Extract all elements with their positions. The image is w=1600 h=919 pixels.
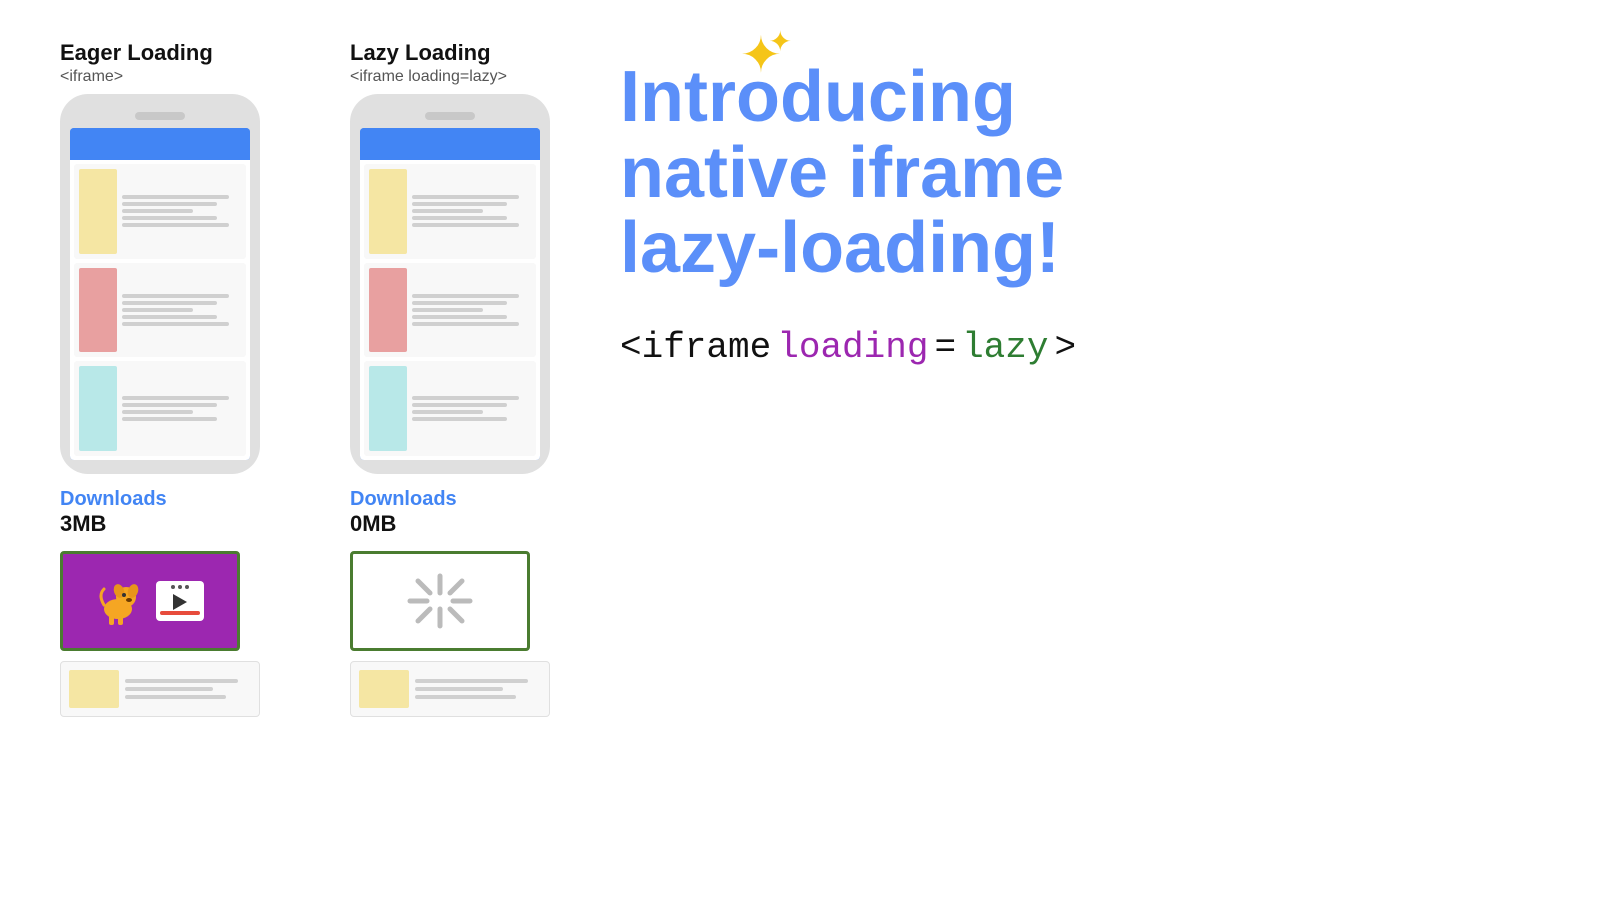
eager-bottom-card	[60, 661, 260, 717]
card-image-cyan	[79, 366, 117, 451]
main-container: ✦ ✦ Eager Loading <iframe>	[0, 0, 1600, 919]
eager-label: Eager Loading <iframe>	[60, 40, 290, 86]
lazy-downloads-info: Downloads 0MB	[350, 488, 580, 537]
code-iframe-open: <iframe	[620, 327, 771, 368]
right-section: Introducing native iframe lazy-loading! …	[580, 40, 1540, 368]
card-lines-3	[122, 366, 241, 451]
eager-downloads-size: 3MB	[60, 511, 290, 537]
lazy-phone-screen	[360, 128, 540, 460]
intro-heading: Introducing native iframe lazy-loading!	[620, 60, 1540, 287]
eager-bottom-card-row	[60, 661, 260, 717]
lazy-bottom-card-row	[350, 661, 550, 717]
left-section: Eager Loading <iframe>	[60, 40, 580, 717]
code-equals: =	[934, 327, 956, 368]
intro-line1: Introducing	[620, 57, 1016, 137]
lazy-phone-header	[360, 128, 540, 160]
lazy-iframe-preview	[350, 551, 550, 651]
eager-subtitle: <iframe>	[60, 68, 290, 86]
lazy-phone-card-1	[364, 164, 536, 259]
card-lines-1	[122, 169, 241, 254]
eager-phone	[60, 94, 260, 474]
phone-card-1	[74, 164, 246, 259]
lazy-bottom-card-lines	[415, 670, 541, 708]
phone-card-2	[74, 263, 246, 358]
card-lines-2	[122, 268, 241, 353]
eager-phone-screen	[70, 128, 250, 460]
card-image-red	[79, 268, 117, 353]
lazy-title: Lazy Loading	[350, 40, 580, 66]
play-button	[156, 581, 204, 621]
eager-loading-column: Eager Loading <iframe>	[60, 40, 290, 717]
lazy-phone-notch	[425, 112, 475, 120]
intro-line3: lazy-loading!	[620, 208, 1060, 288]
lazy-iframe-box	[350, 551, 530, 651]
code-lazy: lazy	[962, 327, 1048, 368]
sparkle-decoration: ✦ ✦	[740, 30, 782, 80]
play-dots	[171, 585, 189, 589]
lazy-bottom-card-img	[359, 670, 409, 708]
lazy-phone	[350, 94, 550, 474]
lazy-phone-content	[360, 160, 540, 460]
lazy-downloads-size: 0MB	[350, 511, 580, 537]
code-snippet: <iframe loading = lazy >	[620, 327, 1540, 368]
bottom-card-lines	[125, 670, 251, 708]
phone-header	[70, 128, 250, 160]
phone-notch	[135, 112, 185, 120]
eager-downloads-info: Downloads 3MB	[60, 488, 290, 537]
lazy-bottom-card	[350, 661, 550, 717]
eager-iframe-preview	[60, 551, 260, 651]
dog-icon	[96, 575, 148, 627]
phone-content	[70, 160, 250, 460]
play-icon	[173, 594, 187, 610]
sparkle-small-icon: ✦	[768, 25, 791, 58]
lazy-loading-column: Lazy Loading <iframe loading=lazy>	[350, 40, 580, 717]
eager-downloads-label: Downloads	[60, 488, 290, 511]
eager-title: Eager Loading	[60, 40, 290, 66]
lazy-phone-card-3	[364, 361, 536, 456]
code-close: >	[1055, 327, 1077, 368]
lazy-subtitle: <iframe loading=lazy>	[350, 68, 580, 86]
phone-card-3	[74, 361, 246, 456]
card-image-yellow	[79, 169, 117, 254]
play-bar	[160, 611, 200, 615]
lazy-downloads-label: Downloads	[350, 488, 580, 511]
lazy-spinner	[405, 571, 475, 631]
lazy-label: Lazy Loading <iframe loading=lazy>	[350, 40, 580, 86]
bottom-card-img	[69, 670, 119, 708]
intro-line2: native iframe	[620, 133, 1064, 213]
lazy-phone-card-2	[364, 263, 536, 358]
code-loading: loading	[777, 327, 928, 368]
eager-iframe-box	[60, 551, 240, 651]
